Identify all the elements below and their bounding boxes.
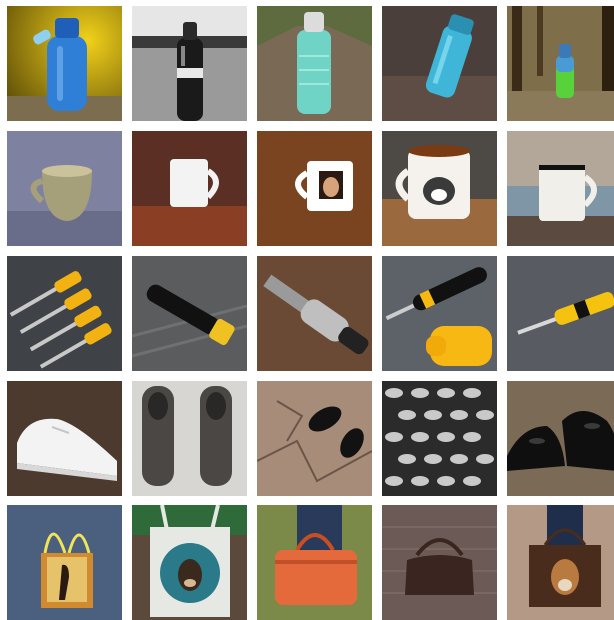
bag-tile-3[interactable] (257, 505, 372, 620)
enamel-mug-image (507, 131, 614, 246)
soldering-tool-image (257, 256, 372, 371)
black-shoes-pavement-image (257, 381, 372, 496)
shoe-tile-3[interactable] (257, 381, 372, 496)
image-grid (0, 0, 614, 620)
orange-handbag-image (257, 505, 372, 620)
shoe-tile-2[interactable] (132, 381, 247, 496)
screwdriver-tile-3[interactable] (257, 256, 372, 371)
screwdriver-tile-5[interactable] (507, 256, 614, 371)
oxford-shoes-image (507, 381, 614, 496)
mug-tile-3[interactable] (257, 131, 372, 246)
silhouette-tote-image (7, 505, 122, 620)
bag-tile-4[interactable] (382, 505, 497, 620)
mug-tile-4[interactable] (382, 131, 497, 246)
yellow-screwdriver-image (507, 256, 614, 371)
bag-tile-2[interactable] (132, 505, 247, 620)
teal-bottle-image (257, 6, 372, 121)
teal-bottle-dark-image (382, 6, 497, 121)
mug-tile-1[interactable] (7, 131, 122, 246)
dog-tote-image (132, 505, 247, 620)
shoe-tile-4[interactable] (382, 381, 497, 496)
bottle-tile-1[interactable] (7, 6, 122, 121)
cat-mug-image (382, 131, 497, 246)
portrait-mug-image (257, 131, 372, 246)
shoe-tile-1[interactable] (7, 381, 122, 496)
deer-tote-image (507, 505, 614, 620)
mug-tile-2[interactable] (132, 131, 247, 246)
screwdriver-tile-2[interactable] (132, 256, 247, 371)
hand-screwdriver-image (382, 256, 497, 371)
bag-tile-1[interactable] (7, 505, 122, 620)
shoe-rows-image (382, 381, 497, 496)
bottle-tile-2[interactable] (132, 6, 247, 121)
black-screwdriver-image (132, 256, 247, 371)
blue-water-bottle-image (7, 6, 122, 121)
bottle-tile-3[interactable] (257, 6, 372, 121)
green-bottle-image (507, 6, 614, 121)
bag-tile-5[interactable] (507, 505, 614, 620)
bw-bottle-image (132, 6, 247, 121)
bottle-tile-4[interactable] (382, 6, 497, 121)
shoe-tile-5[interactable] (507, 381, 614, 496)
screwdriver-tile-1[interactable] (7, 256, 122, 371)
mug-tile-5[interactable] (507, 131, 614, 246)
olive-cup-image (7, 131, 122, 246)
white-sneaker-image (7, 381, 122, 496)
bottle-tile-5[interactable] (507, 6, 614, 121)
white-mug-image (132, 131, 247, 246)
brown-handbag-image (382, 505, 497, 620)
screwdriver-tile-4[interactable] (382, 256, 497, 371)
gray-shoes-image (132, 381, 247, 496)
screwdriver-set-image (7, 256, 122, 371)
